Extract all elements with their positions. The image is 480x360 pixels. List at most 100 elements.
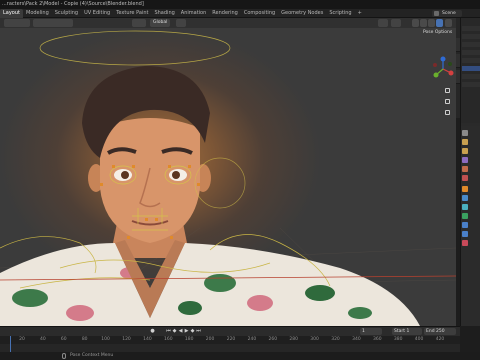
tab-scripting[interactable]: Scripting — [326, 9, 354, 18]
pivot-selector[interactable] — [132, 19, 146, 27]
ruler-tick-label: 320 — [331, 337, 340, 342]
start-frame-value: 1 — [406, 329, 410, 334]
outliner-row[interactable] — [462, 50, 480, 55]
play-reverse-icon[interactable]: ◀ — [178, 329, 183, 334]
ruler-tick-label: 20 — [19, 337, 25, 342]
start-frame-field[interactable]: Start 1 — [392, 328, 422, 335]
shading-options-icon[interactable] — [445, 19, 452, 27]
physics-props-icon[interactable] — [462, 204, 468, 210]
tab-compositing[interactable]: Compositing — [241, 9, 278, 18]
outliner[interactable] — [461, 18, 480, 123]
ruler-tick-label: 120 — [122, 337, 131, 342]
tab-texture-paint[interactable]: Texture Paint — [113, 9, 151, 18]
ruler-tick-label: 200 — [205, 337, 215, 342]
viewport-header: Global — [0, 18, 456, 28]
outliner-row[interactable] — [462, 58, 480, 63]
timeline[interactable]: ● ⏮ ◆ ◀ ▶ ◆ ⏭ 1 Start 1 End 250 20 40 60 80… — [0, 326, 460, 353]
frame-ruler[interactable]: 20 40 60 80 100 120 140 160 180 200 220 240 260 280 30… — [0, 336, 460, 344]
ruler-tick-label: 400 — [414, 337, 424, 342]
ruler-tick-label: 160 — [164, 337, 173, 342]
prev-keyframe-icon[interactable]: ◆ — [172, 329, 177, 334]
head-control-ring[interactable] — [39, 30, 231, 66]
bone-constraint-icon[interactable] — [462, 231, 468, 237]
tool-props-icon[interactable] — [462, 130, 468, 136]
playhead[interactable] — [10, 336, 11, 353]
solid-shading-icon[interactable] — [420, 19, 427, 27]
ruler-tick-label: 380 — [393, 337, 403, 342]
outliner-row[interactable] — [462, 34, 480, 39]
material-shading-icon[interactable] — [428, 19, 435, 27]
ruler-tick-label: 340 — [352, 337, 361, 342]
tab-sculpting[interactable]: Sculpting — [52, 9, 81, 18]
view-menus[interactable] — [33, 19, 73, 27]
pan-hand-icon[interactable] — [443, 97, 452, 106]
ruler-tick-label: 280 — [289, 337, 298, 342]
ruler-tick-label: 100 — [101, 337, 110, 342]
window-title: ...racters\Pack 2\Model - Copie (4)\Sour… — [2, 1, 144, 7]
snap-icon[interactable] — [176, 19, 186, 27]
output-props-icon[interactable] — [462, 148, 468, 154]
material-props-icon[interactable] — [462, 240, 468, 246]
transform-orientation-label: Global — [153, 20, 168, 25]
scene-props-icon[interactable] — [462, 166, 468, 172]
zoom-icon[interactable] — [443, 86, 452, 95]
ruler-tick-label: 420 — [435, 337, 445, 342]
timeline-controls: ● ⏮ ◆ ◀ ▶ ◆ ⏭ 1 Start 1 End 250 — [0, 327, 460, 336]
end-frame-field[interactable]: End 250 — [424, 328, 456, 335]
play-icon[interactable]: ▶ — [184, 329, 189, 334]
outliner-row[interactable] — [462, 82, 480, 87]
tab-shading[interactable]: Shading — [151, 9, 177, 18]
next-keyframe-icon[interactable]: ◆ — [190, 329, 195, 334]
tab-uv-editing[interactable]: UV Editing — [81, 9, 113, 18]
ruler-tick-label: 220 — [226, 337, 236, 342]
left-iris — [121, 171, 129, 179]
wireframe-shading-icon[interactable] — [412, 19, 419, 27]
workspace-tabs: Layout Modeling Sculpting UV Editing Texture… — [0, 9, 365, 18]
x-axis-icon — [448, 70, 454, 76]
record-icon[interactable]: ● — [150, 329, 155, 334]
pose-options-dropdown[interactable]: Pose Options — [423, 30, 452, 35]
right-editors — [460, 18, 480, 326]
jump-start-icon[interactable]: ⏮ — [166, 329, 171, 334]
ruler-tick-label: 80 — [81, 337, 88, 342]
z-axis-icon — [440, 56, 446, 62]
ruler-tick-label: 180 — [184, 337, 194, 342]
bone-props-icon[interactable] — [462, 222, 468, 228]
tab-rendering[interactable]: Rendering — [209, 9, 241, 18]
mode-selector[interactable] — [4, 19, 30, 27]
outliner-row[interactable] — [462, 74, 480, 79]
visibility-icon[interactable] — [378, 19, 388, 27]
tab-animation[interactable]: Animation — [178, 9, 210, 18]
end-frame-value: 250 — [436, 329, 445, 334]
current-frame-field[interactable]: 1 — [360, 328, 382, 335]
overlays-icon[interactable] — [391, 19, 401, 27]
status-bar: Pose Context Menu — [0, 352, 480, 360]
transform-orientation-dropdown[interactable]: Global — [150, 19, 171, 27]
view-layer-props-icon[interactable] — [462, 157, 468, 163]
ruler-tick-label: 40 — [40, 337, 46, 342]
mouse-icon — [62, 353, 66, 359]
world-props-icon[interactable] — [462, 175, 468, 181]
camera-view-icon[interactable] — [443, 108, 452, 117]
outliner-row[interactable] — [462, 26, 480, 31]
outliner-row-selected[interactable] — [462, 66, 480, 71]
rendered-shading-icon[interactable] — [436, 19, 443, 27]
navigation-gizmo[interactable] — [432, 56, 454, 82]
render-props-icon[interactable] — [462, 139, 468, 145]
jump-end-icon[interactable]: ⏭ — [196, 329, 201, 334]
scene-label: Scene — [442, 11, 456, 16]
tab-layout[interactable]: Layout — [0, 9, 23, 18]
add-workspace-button[interactable]: + — [355, 9, 365, 18]
outliner-row[interactable] — [462, 42, 480, 47]
tab-modeling[interactable]: Modeling — [23, 9, 52, 18]
3d-viewport[interactable]: Global Pose Options — [0, 18, 456, 326]
title-bar: ...racters\Pack 2\Model - Copie (4)\Sour… — [0, 0, 480, 9]
tab-geometry-nodes[interactable]: Geometry Nodes — [278, 9, 326, 18]
start-frame-label: Start — [394, 329, 405, 334]
y-axis-icon — [433, 72, 439, 78]
properties-editor[interactable] — [461, 126, 480, 326]
modifier-props-icon[interactable] — [462, 195, 468, 201]
object-props-icon[interactable] — [462, 186, 468, 192]
workspace-tabs-bar: Layout Modeling Sculpting UV Editing Texture… — [0, 9, 480, 18]
armature-data-icon[interactable] — [462, 213, 468, 219]
